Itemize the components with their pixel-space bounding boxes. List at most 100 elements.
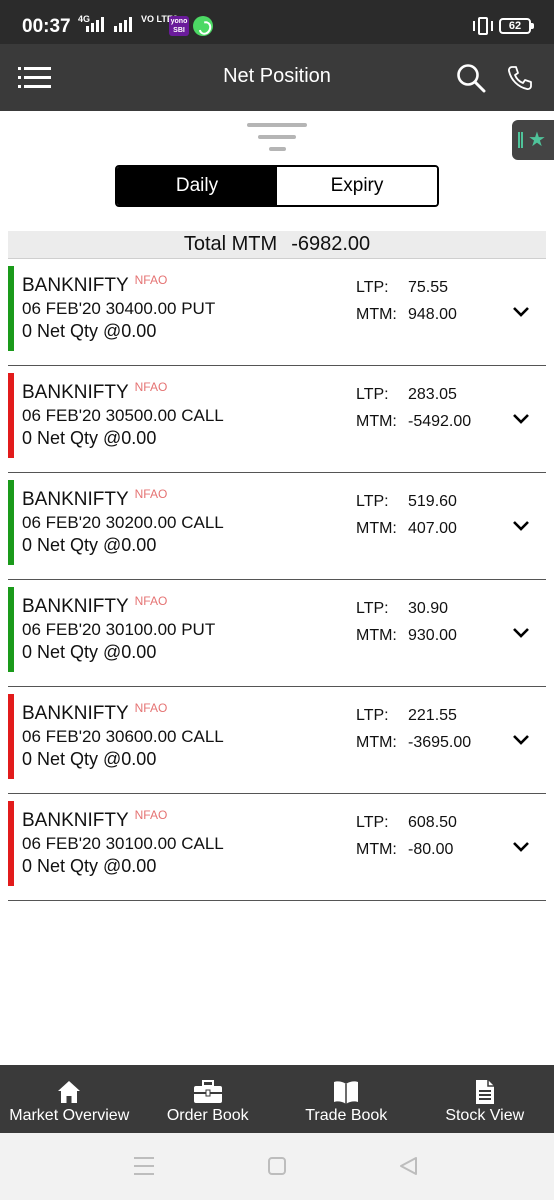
position-symbol: BANKNIFTY — [22, 703, 129, 724]
position-row[interactable]: BANKNIFTY NFAO 06 FEB'20 30100.00 CALL 0 … — [8, 794, 546, 901]
total-mtm-bar: Total MTM -6982.00 — [8, 231, 546, 259]
segment-tag: NFAO — [134, 273, 168, 287]
chevron-down-icon[interactable] — [512, 520, 530, 532]
chevron-down-icon[interactable] — [512, 734, 530, 746]
system-nav-bar — [0, 1133, 554, 1200]
mtm-value: 948.00 — [408, 306, 457, 323]
total-mtm-value: -6982.00 — [291, 233, 371, 255]
mtm-value: -3695.00 — [408, 734, 472, 751]
position-contract: 06 FEB'20 30100.00 PUT — [22, 620, 216, 639]
favourites-tab[interactable]: ★ — [512, 120, 554, 160]
chevron-down-icon[interactable] — [512, 841, 530, 853]
mtm-value: 930.00 — [408, 627, 457, 644]
position-contract: 06 FEB'20 30600.00 CALL — [22, 727, 224, 746]
ltp-label: LTP: — [356, 493, 389, 510]
nav-trade-book[interactable]: Trade Book — [277, 1065, 416, 1133]
position-row[interactable]: BANKNIFTY NFAO 06 FEB'20 30500.00 CALL 0 … — [8, 366, 546, 473]
signal-icon — [86, 16, 104, 32]
position-net-qty: 0 Net Qty @0.00 — [22, 428, 157, 448]
daily-tab[interactable]: Daily — [117, 167, 277, 205]
battery-icon: 62 — [499, 18, 534, 34]
nav-order-book[interactable]: Order Book — [139, 1065, 278, 1133]
ltp-value: 30.90 — [408, 600, 449, 617]
vibrate-icon — [472, 17, 494, 35]
mtm-label: MTM: — [356, 306, 397, 323]
home-button-icon[interactable] — [268, 1157, 286, 1175]
trend-indicator — [8, 373, 14, 458]
mtm-value: -5492.00 — [408, 413, 472, 430]
position-symbol: BANKNIFTY — [22, 382, 129, 403]
mtm-label: MTM: — [356, 520, 397, 537]
mtm-label: MTM: — [356, 627, 397, 644]
chevron-down-icon[interactable] — [512, 306, 530, 318]
mtm-label: MTM: — [356, 413, 397, 430]
position-net-qty: 0 Net Qty @0.00 — [22, 642, 157, 662]
position-net-qty: 0 Net Qty @0.00 — [22, 321, 157, 341]
trend-indicator — [8, 694, 14, 779]
home-icon — [58, 1081, 81, 1103]
trend-indicator — [8, 587, 14, 672]
position-contract: 06 FEB'20 30100.00 CALL — [22, 834, 224, 853]
filter-icon[interactable] — [247, 122, 307, 154]
back-icon[interactable] — [398, 1156, 418, 1176]
nav-label: Order Book — [166, 1107, 249, 1124]
nav-stock-view[interactable]: Stock View — [416, 1065, 554, 1133]
status-time: 00:37 — [22, 16, 71, 37]
ltp-label: LTP: — [356, 814, 389, 831]
expiry-tab[interactable]: Expiry — [277, 167, 437, 205]
total-mtm-label: Total MTM — [183, 233, 278, 255]
yono-app-icon: yono SBI — [169, 16, 189, 36]
position-symbol: BANKNIFTY — [22, 489, 129, 510]
position-row[interactable]: BANKNIFTY NFAO 06 FEB'20 30400.00 PUT 0 N… — [8, 259, 546, 366]
chevron-down-icon[interactable] — [512, 413, 530, 425]
briefcase-icon — [193, 1080, 222, 1103]
drag-handle-icon — [518, 132, 523, 148]
positions-list: BANKNIFTY NFAO 06 FEB'20 30400.00 PUT 0 N… — [8, 259, 546, 901]
position-contract: 06 FEB'20 30500.00 CALL — [22, 406, 224, 425]
nav-label: Stock View — [445, 1107, 525, 1124]
trend-indicator — [8, 801, 14, 886]
position-contract: 06 FEB'20 30400.00 PUT — [22, 299, 216, 318]
ltp-value: 283.05 — [408, 386, 457, 403]
daily-expiry-toggle: Daily Expiry — [115, 165, 439, 207]
ltp-label: LTP: — [356, 707, 389, 724]
position-net-qty: 0 Net Qty @0.00 — [22, 535, 157, 555]
phone-icon[interactable] — [506, 64, 534, 92]
search-icon[interactable] — [456, 63, 486, 93]
recents-icon[interactable] — [134, 1157, 154, 1175]
chevron-down-icon[interactable] — [512, 627, 530, 639]
ltp-label: LTP: — [356, 279, 389, 296]
segment-tag: NFAO — [134, 380, 168, 394]
ltp-label: LTP: — [356, 600, 389, 617]
position-net-qty: 0 Net Qty @0.00 — [22, 749, 157, 769]
segment-tag: NFAO — [134, 487, 168, 501]
ltp-value: 221.55 — [408, 707, 457, 724]
position-contract: 06 FEB'20 30200.00 CALL — [22, 513, 224, 532]
mtm-label: MTM: — [356, 734, 397, 751]
ltp-value: 75.55 — [408, 279, 449, 296]
position-net-qty: 0 Net Qty @0.00 — [22, 856, 157, 876]
star-icon: ★ — [528, 127, 546, 151]
segment-tag: NFAO — [134, 594, 168, 608]
nav-market-overview[interactable]: Market Overview — [0, 1065, 139, 1133]
position-symbol: BANKNIFTY — [22, 275, 129, 296]
ltp-value: 519.60 — [408, 493, 457, 510]
position-symbol: BANKNIFTY — [22, 810, 129, 831]
app-bar: Net Position — [0, 44, 554, 111]
position-row[interactable]: BANKNIFTY NFAO 06 FEB'20 30600.00 CALL 0 … — [8, 687, 546, 794]
ltp-label: LTP: — [356, 386, 389, 403]
position-row[interactable]: BANKNIFTY NFAO 06 FEB'20 30100.00 PUT 0 N… — [8, 580, 546, 687]
bottom-nav: Market Overview Order Book Trade Book St… — [0, 1065, 554, 1133]
ltp-value: 608.50 — [408, 814, 457, 831]
segment-tag: NFAO — [134, 808, 168, 822]
whatsapp-icon — [193, 16, 213, 36]
position-row[interactable]: BANKNIFTY NFAO 06 FEB'20 30200.00 CALL 0 … — [8, 473, 546, 580]
nav-label: Market Overview — [9, 1107, 130, 1124]
mtm-value: 407.00 — [408, 520, 457, 537]
status-bar: 00:37 4G VO LTE2 yono SBI 62 — [0, 0, 554, 44]
signal-icon-2 — [114, 16, 132, 32]
trend-indicator — [8, 480, 14, 565]
segment-tag: NFAO — [134, 701, 168, 715]
document-icon — [475, 1080, 494, 1104]
mtm-label: MTM: — [356, 841, 397, 858]
